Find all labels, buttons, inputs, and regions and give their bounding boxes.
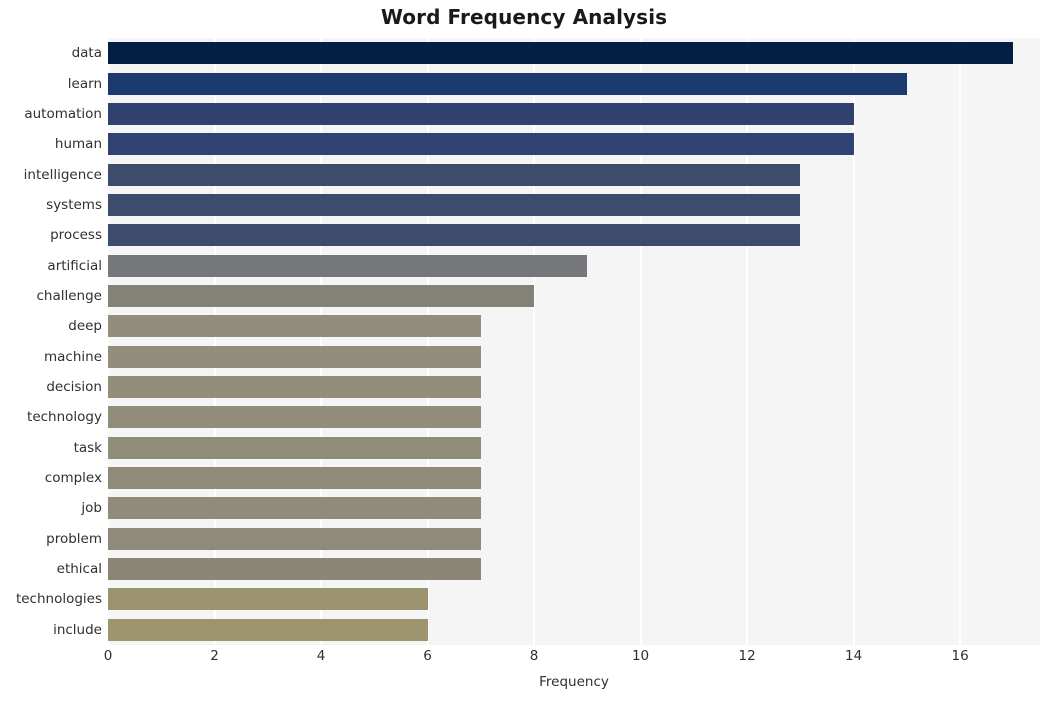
x-tick-label-16: 16	[951, 648, 969, 664]
bar-technology	[108, 406, 481, 429]
y-axis-tick-labels: data learn automation human intelligence syst…	[0, 38, 102, 645]
y-tick-label-artificial: artificial	[47, 257, 102, 274]
bar-data	[108, 42, 1014, 65]
y-tick-label-learn: learn	[67, 75, 102, 92]
y-tick-label-data: data	[71, 45, 102, 62]
y-tick-label-technology: technology	[27, 409, 102, 426]
bar-deep	[108, 315, 481, 338]
chart-figure: Word Frequency Analysis data learn automat…	[0, 0, 1048, 701]
y-tick-label-job: job	[81, 500, 102, 517]
bar-problem	[108, 527, 481, 550]
bar-systems	[108, 193, 801, 216]
y-tick-label-technologies: technologies	[15, 591, 102, 608]
x-tick-label-14: 14	[845, 648, 863, 664]
bar-include	[108, 618, 428, 641]
chart-title: Word Frequency Analysis	[380, 5, 668, 29]
plot-area	[108, 38, 1040, 645]
bar-challenge	[108, 284, 535, 307]
bar-decision	[108, 376, 481, 399]
x-tick-label-4: 4	[316, 648, 326, 664]
bar-series	[108, 38, 1040, 645]
bar-ethical	[108, 558, 481, 581]
bar-task	[108, 436, 481, 459]
x-tick-label-6: 6	[423, 648, 432, 664]
bar-process	[108, 224, 801, 247]
bar-technologies	[108, 588, 428, 611]
x-axis-title: Frequency	[539, 674, 609, 690]
y-tick-label-systems: systems	[46, 196, 102, 213]
x-tick-label-10: 10	[631, 648, 650, 664]
y-tick-label-task: task	[73, 439, 102, 456]
bar-automation	[108, 102, 854, 125]
y-tick-label-include: include	[53, 621, 102, 638]
y-tick-label-deep: deep	[68, 318, 102, 335]
y-tick-label-machine: machine	[43, 348, 102, 365]
y-tick-label-ethical: ethical	[56, 561, 102, 578]
y-tick-label-human: human	[54, 136, 102, 153]
y-tick-label-automation: automation	[24, 105, 102, 122]
y-tick-label-decision: decision	[46, 379, 102, 396]
y-tick-label-intelligence: intelligence	[23, 166, 102, 183]
bar-job	[108, 497, 481, 520]
y-tick-label-complex: complex	[44, 470, 102, 487]
x-tick-label-2: 2	[210, 648, 219, 664]
x-tick-label-0: 0	[103, 648, 113, 664]
bar-learn	[108, 72, 907, 95]
y-tick-label-problem: problem	[46, 530, 102, 547]
x-tick-label-12: 12	[738, 648, 756, 664]
bar-complex	[108, 467, 481, 490]
x-axis-tick-labels: 0 2 4 6 8 10 12 14 16	[0, 648, 1048, 672]
y-tick-label-process: process	[50, 227, 102, 244]
bar-intelligence	[108, 163, 801, 186]
y-tick-label-challenge: challenge	[36, 287, 103, 304]
bar-human	[108, 133, 854, 156]
bar-machine	[108, 345, 481, 368]
x-tick-label-8: 8	[529, 648, 539, 664]
bar-artificial	[108, 254, 588, 277]
